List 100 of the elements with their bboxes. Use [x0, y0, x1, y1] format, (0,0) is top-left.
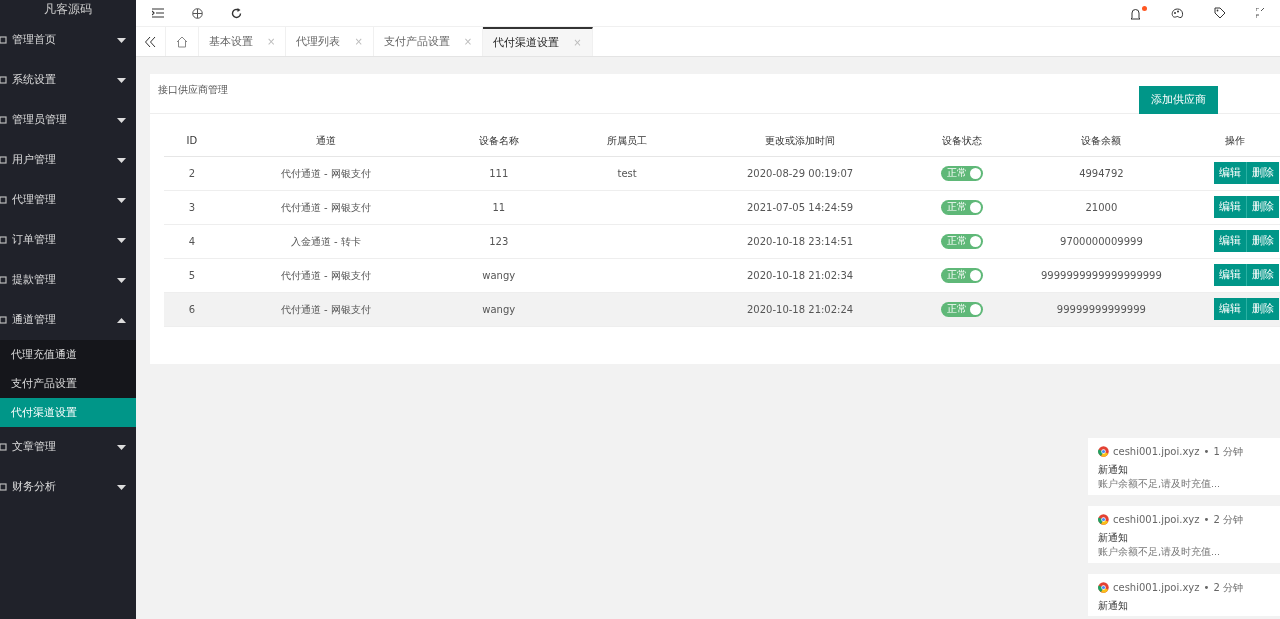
separator-dot: •	[1203, 445, 1210, 459]
notification-time: 1 分钟	[1213, 445, 1243, 459]
sidebar-item[interactable]: 代理管理	[0, 180, 136, 220]
column-header: 设备状态	[911, 126, 1013, 156]
tag-icon[interactable]	[1214, 7, 1226, 19]
edit-button[interactable]: 编辑	[1214, 264, 1246, 286]
table-cell: 2020-08-29 00:19:07	[688, 156, 912, 190]
caret-icon	[117, 197, 126, 203]
status-toggle[interactable]: 正常	[940, 165, 983, 181]
notification-time: 2 分钟	[1213, 581, 1243, 595]
refresh-icon[interactable]	[231, 7, 242, 19]
table-cell: 代付通道 - 网银支付	[219, 258, 432, 292]
edit-button[interactable]: 编辑	[1214, 196, 1246, 218]
status-toggle[interactable]: 正常	[940, 267, 983, 283]
menu-icon	[0, 315, 8, 325]
table-cell: 入金通道 - 转卡	[219, 224, 432, 258]
sidebar-title: 凡客源码	[43, 1, 93, 18]
tab-label[interactable]: 代付渠道设置	[493, 34, 560, 51]
palette-icon[interactable]	[1171, 7, 1184, 19]
table-cell: 123	[431, 224, 566, 258]
sidebar-item[interactable]: 管理首页	[0, 20, 136, 60]
column-header: 更改或添加时间	[688, 126, 912, 156]
table-cell: 代付通道 - 网银支付	[219, 190, 432, 224]
menu-fold-icon[interactable]	[152, 8, 164, 18]
menu-icon	[0, 155, 8, 165]
sidebar-item[interactable]: 管理员管理	[0, 100, 136, 140]
notification-title: 新通知	[1098, 531, 1129, 545]
table-cell: 3	[164, 190, 220, 224]
fullscreen-icon[interactable]	[1256, 8, 1264, 18]
sidebar-item[interactable]: 提款管理	[0, 260, 136, 300]
home-icon[interactable]	[176, 35, 188, 48]
table-cell: test	[565, 156, 689, 190]
browser-logo-icon	[1098, 446, 1109, 457]
caret-icon	[117, 444, 126, 450]
delete-button[interactable]: 删除	[1246, 162, 1279, 184]
tab-close-button[interactable]: ×	[463, 34, 473, 49]
menu-icon	[0, 75, 8, 85]
table-cell: 2020-10-18 21:02:34	[688, 258, 912, 292]
status-toggle[interactable]: 正常	[940, 233, 983, 249]
sidebar-item[interactable]: 系统设置	[0, 60, 136, 100]
column-header: 设备名称	[431, 126, 566, 156]
tab-close-button[interactable]: ×	[267, 34, 276, 49]
table-cell: 9700000009999	[1012, 224, 1191, 258]
edit-button[interactable]: 编辑	[1214, 230, 1246, 252]
caret-icon	[117, 277, 126, 283]
tab-label[interactable]: 支付产品设置	[383, 33, 450, 50]
table-cell: 99999999999999	[1012, 292, 1191, 326]
tab[interactable]: 代理列表 ×	[286, 27, 374, 56]
delete-button[interactable]: 删除	[1246, 230, 1279, 252]
sidebar-subitem[interactable]: 代付渠道设置	[0, 398, 136, 427]
separator-dot: •	[1203, 581, 1210, 595]
sidebar-item[interactable]: 用户管理	[0, 140, 136, 180]
notification-source: ceshi001.jpoi.xyz	[1113, 513, 1200, 527]
menu-icon	[0, 115, 8, 125]
tab-label[interactable]: 基本设置	[209, 33, 253, 50]
caret-icon	[117, 317, 126, 323]
tab[interactable]: 基本设置 ×	[199, 27, 287, 56]
bell-icon[interactable]	[1130, 6, 1147, 20]
notification-source: ceshi001.jpoi.xyz	[1113, 581, 1200, 595]
tab[interactable]: 代付渠道设置 ×	[483, 27, 593, 56]
sidebar-subitem[interactable]: 代理充值通道	[0, 340, 136, 369]
menu-icon	[0, 442, 8, 452]
double-chevron-left-icon[interactable]	[145, 36, 156, 47]
column-header: 设备余额	[1012, 126, 1191, 156]
status-toggle[interactable]: 正常	[940, 199, 983, 215]
sidebar-item[interactable]: 文章管理	[0, 427, 136, 467]
edit-button[interactable]: 编辑	[1214, 298, 1246, 320]
table-cell: 2020-10-18 23:14:51	[688, 224, 912, 258]
menu-icon	[0, 195, 8, 205]
sidebar-item[interactable]: 财务分析	[0, 467, 136, 507]
notification-body: 账户余额不足,请及时充值...	[1098, 545, 1222, 560]
table-cell: 11	[431, 190, 566, 224]
table-cell: 9999999999999999999	[1012, 258, 1191, 292]
table-cell: 4	[164, 224, 220, 258]
delete-button[interactable]: 删除	[1246, 298, 1279, 320]
sidebar-item[interactable]: 订单管理	[0, 220, 136, 260]
sidebar-item[interactable]: 通道管理	[0, 300, 136, 340]
table-cell: 4994792	[1012, 156, 1191, 190]
notification-body: 账户余额不足,请及时充值...	[1098, 477, 1222, 492]
sidebar-subitem[interactable]: 支付产品设置	[0, 369, 136, 398]
table-cell: 代付通道 - 网银支付	[219, 156, 432, 190]
browser-logo-icon	[1098, 514, 1109, 525]
table-cell: wangy	[431, 292, 566, 326]
table-cell: 代付通道 - 网银支付	[219, 292, 432, 326]
delete-button[interactable]: 删除	[1246, 196, 1279, 218]
globe-icon[interactable]	[192, 7, 203, 19]
table-cell: 2	[164, 156, 220, 190]
tab-close-button[interactable]: ×	[354, 34, 363, 49]
table-cell: 5	[164, 258, 220, 292]
caret-icon	[117, 117, 126, 123]
browser-logo-icon	[1098, 582, 1109, 593]
notification-title: 新通知	[1098, 463, 1129, 477]
menu-icon	[0, 275, 8, 285]
status-toggle[interactable]: 正常	[940, 301, 983, 317]
tab-label[interactable]: 代理列表	[296, 33, 341, 50]
edit-button[interactable]: 编辑	[1214, 162, 1246, 184]
notification-source: ceshi001.jpoi.xyz	[1113, 445, 1200, 459]
add-supplier-button[interactable]: 添加供应商	[1139, 86, 1218, 114]
menu-icon	[0, 235, 8, 245]
delete-button[interactable]: 删除	[1246, 264, 1279, 286]
